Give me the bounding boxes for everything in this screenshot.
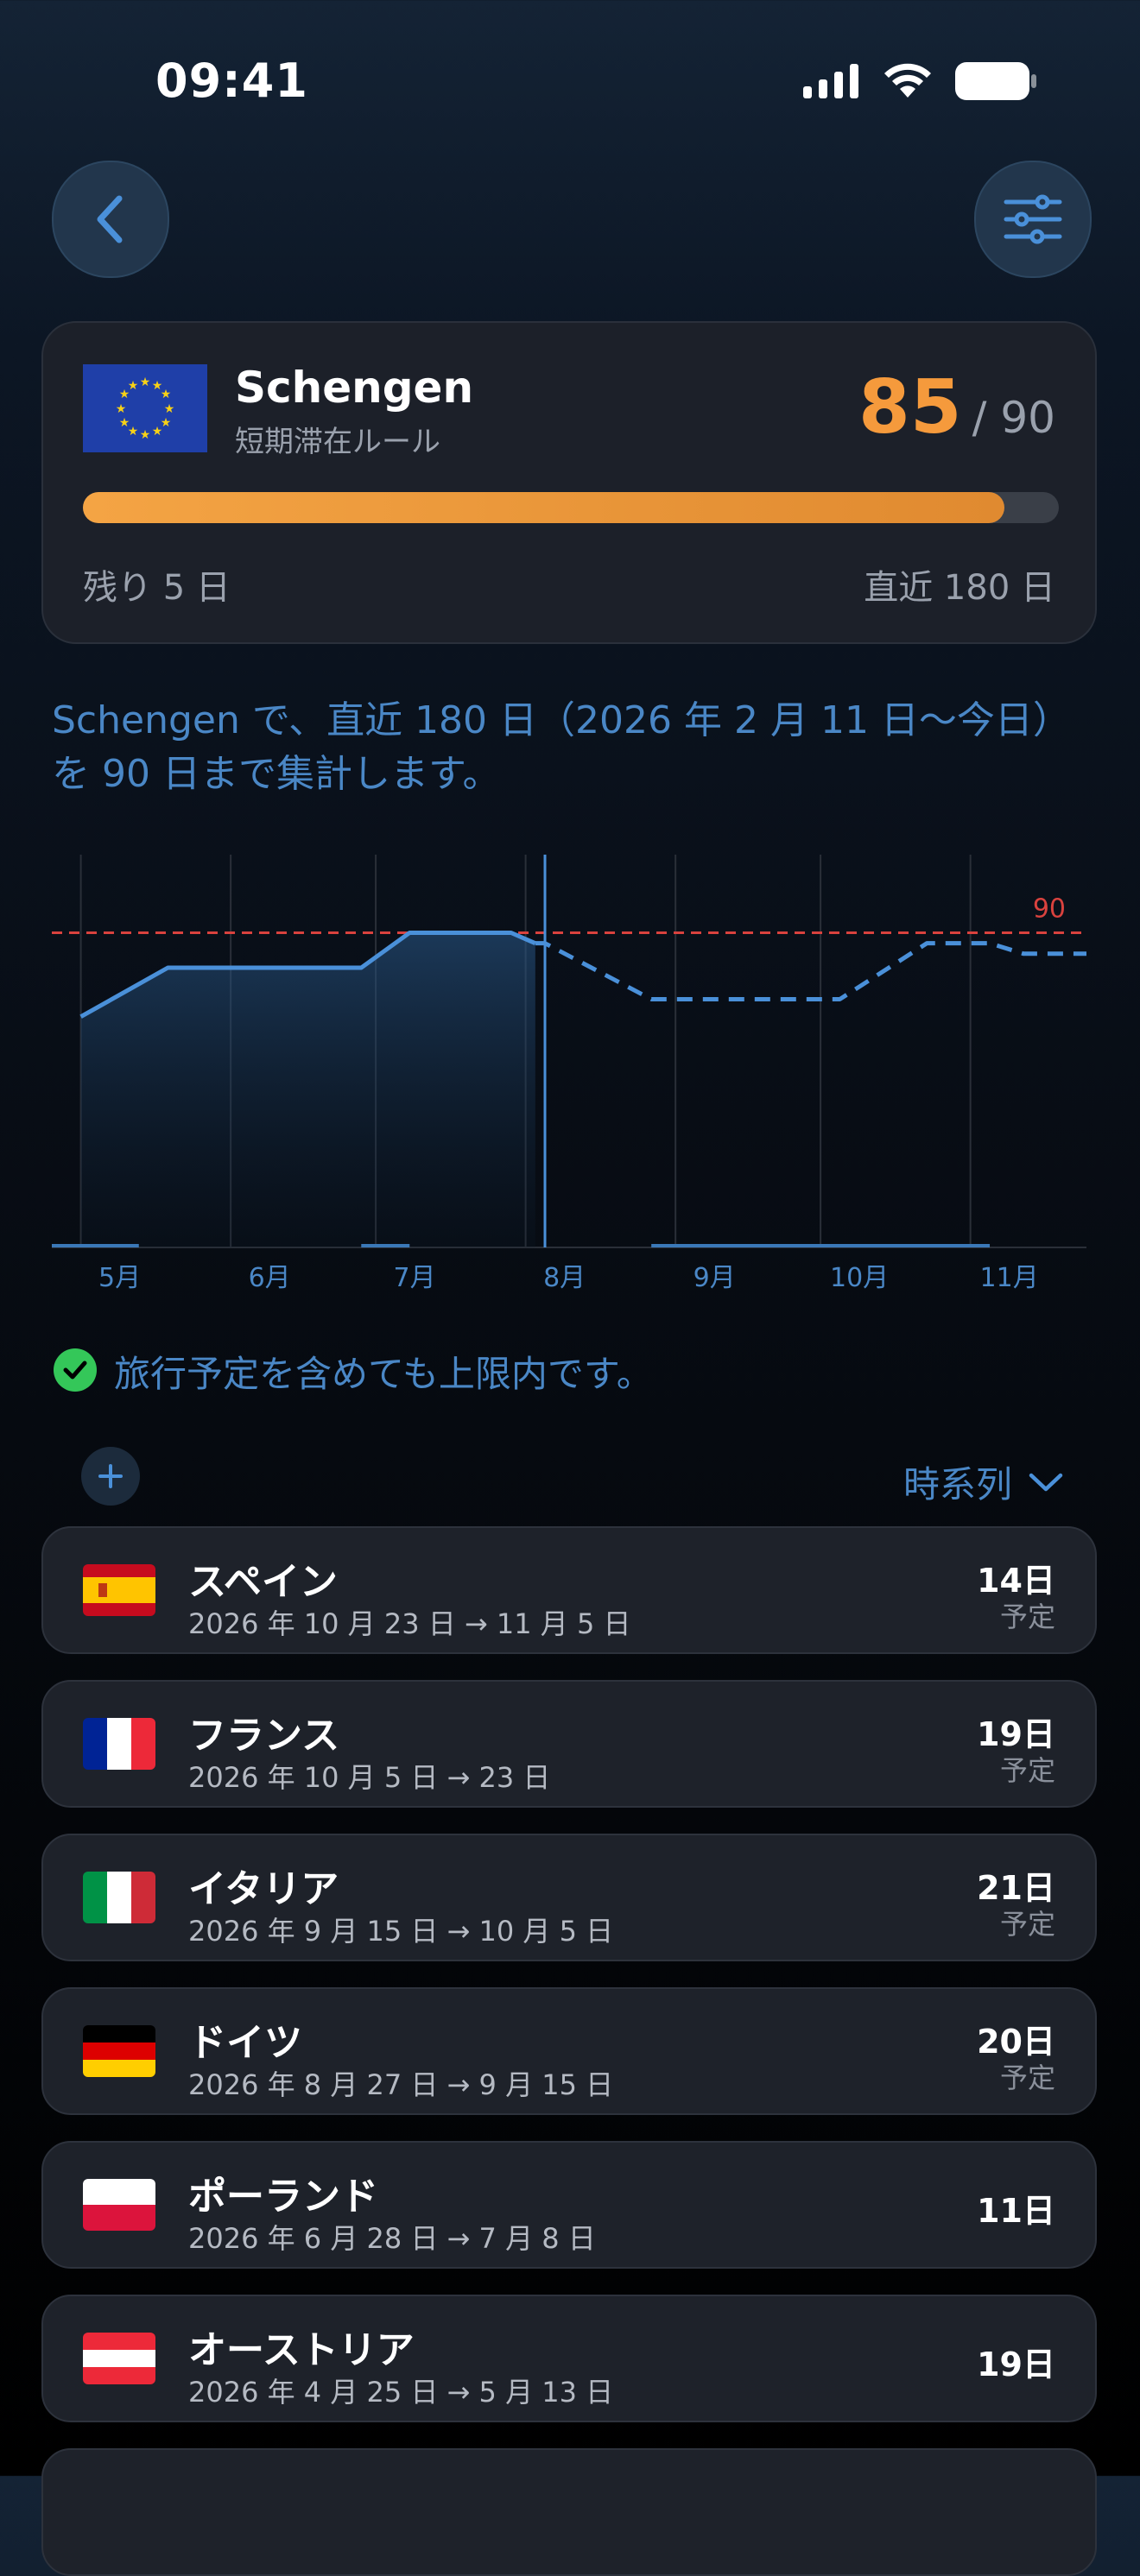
trip-days: 20日 <box>977 2023 1055 2061</box>
austria-flag-icon <box>83 2333 155 2384</box>
svg-text:★: ★ <box>119 416 130 430</box>
chevron-down-icon <box>1029 1473 1063 1491</box>
x-tick-label: 7月 <box>394 1263 436 1293</box>
x-tick-label: 11月 <box>980 1263 1039 1293</box>
sort-label: 時系列 <box>902 1463 1012 1506</box>
trip-country: オーストリア <box>188 2328 415 2372</box>
trip-row[interactable]: オーストリア 2026 年 4 月 25 日 → 5 月 13 日 19日 <box>41 2295 1097 2422</box>
back-button[interactable] <box>52 161 169 278</box>
schengen-summary-card[interactable]: ★ ★ ★ ★ ★ ★ ★ ★ ★ ★ ★ ★ Schengen 短期滞在ルール 85 / 90… <box>41 321 1097 644</box>
x-tick-label: 10月 <box>830 1263 889 1293</box>
trip-country: ポーランド <box>188 2175 378 2219</box>
plus-icon <box>98 1464 123 1488</box>
poland-flag-icon <box>83 2179 155 2231</box>
trip-days: 14日 <box>977 1562 1055 1600</box>
rule-description: Schengen で、直近 180 日（2026 年 2 月 11 日〜今日）を… <box>52 698 1071 796</box>
days-remaining: 残り 5 日 <box>83 568 231 608</box>
trip-dates: 2026 年 8 月 27 日 → 9 月 15 日 <box>188 2068 614 2101</box>
trip-row[interactable]: イタリア 2026 年 9 月 15 日 → 10 月 5 日 21日 予定 <box>41 1834 1097 1961</box>
battery-icon <box>955 62 1036 100</box>
filter-button[interactable] <box>974 161 1092 278</box>
france-flag-icon <box>83 1718 155 1770</box>
italy-flag-icon <box>83 1872 155 1923</box>
x-tick-label: 5月 <box>98 1263 141 1293</box>
days-limit: / 90 <box>972 393 1055 443</box>
usage-progress-fill <box>83 492 1004 523</box>
status-time: 09:41 <box>155 54 308 108</box>
svg-text:★: ★ <box>164 402 175 416</box>
spain-flag-icon <box>83 1564 155 1616</box>
svg-text:★: ★ <box>140 428 151 442</box>
trip-dates: 2026 年 9 月 15 日 → 10 月 5 日 <box>188 1915 614 1948</box>
cellular-signal-icon <box>803 64 858 98</box>
germany-flag-icon <box>83 2025 155 2077</box>
sort-dropdown[interactable]: 時系列 <box>903 1455 1064 1508</box>
trip-row[interactable] <box>41 2448 1097 2576</box>
stay-days-chart: 5月 6月 7月 8月 9月 10月 11月 90 <box>52 855 1086 1293</box>
svg-text:★: ★ <box>161 388 172 401</box>
trip-dates: 2026 年 10 月 5 日 → 23 日 <box>188 1761 551 1794</box>
days-used: 85 <box>858 364 962 451</box>
chevron-left-icon <box>97 195 123 243</box>
window-label: 直近 180 日 <box>864 568 1055 608</box>
checkmark-circle-icon <box>54 1348 97 1392</box>
trip-status: 予定 <box>999 1908 1055 1941</box>
sliders-icon <box>1004 194 1062 244</box>
trip-country: スペイン <box>188 1560 338 1604</box>
trip-status: 予定 <box>999 2061 1055 2094</box>
days-count: 85 / 90 <box>858 364 1055 451</box>
trip-country: イタリア <box>188 1867 339 1911</box>
trip-dates: 2026 年 4 月 25 日 → 5 月 13 日 <box>188 2376 614 2409</box>
limit-label: 90 <box>1033 894 1066 925</box>
status-icons <box>803 62 1036 100</box>
trip-days: 21日 <box>977 1869 1055 1907</box>
trip-row[interactable]: ドイツ 2026 年 8 月 27 日 → 9 月 15 日 20日 予定 <box>41 1987 1097 2115</box>
usage-progress-bar <box>83 492 1059 523</box>
trip-row[interactable]: スペイン 2026 年 10 月 23 日 → 11 月 5 日 14日 予定 <box>41 1526 1097 1654</box>
svg-text:★: ★ <box>140 376 151 389</box>
svg-text:★: ★ <box>128 379 139 393</box>
trip-status: 予定 <box>999 1754 1055 1787</box>
trip-status: 予定 <box>999 1601 1055 1633</box>
trip-row[interactable]: フランス 2026 年 10 月 5 日 → 23 日 19日 予定 <box>41 1680 1097 1808</box>
trip-country: フランス <box>188 1714 340 1758</box>
x-tick-label: 9月 <box>694 1263 736 1293</box>
svg-text:★: ★ <box>116 402 127 416</box>
trip-country: ドイツ <box>188 2021 302 2065</box>
trip-days: 19日 <box>977 2346 1055 2383</box>
status-message: 旅行予定を含めても上限内です。 <box>114 1353 653 1395</box>
svg-text:★: ★ <box>152 425 163 439</box>
x-tick-label: 6月 <box>249 1263 291 1293</box>
trip-days: 19日 <box>977 1715 1055 1753</box>
add-trip-button[interactable] <box>81 1447 140 1506</box>
trip-row[interactable]: ポーランド 2026 年 6 月 28 日 → 7 月 8 日 11日 <box>41 2141 1097 2269</box>
eu-flag-icon: ★ ★ ★ ★ ★ ★ ★ ★ ★ ★ ★ ★ <box>83 364 207 452</box>
region-title: Schengen <box>235 363 474 413</box>
forecast-line <box>535 941 1086 1001</box>
wifi-icon <box>884 63 931 98</box>
trip-dates: 2026 年 6 月 28 日 → 7 月 8 日 <box>188 2222 596 2255</box>
region-subtitle: 短期滞在ルール <box>235 425 440 459</box>
x-tick-label: 8月 <box>543 1263 586 1293</box>
trip-days: 11日 <box>977 2192 1055 2230</box>
trip-dates: 2026 年 10 月 23 日 → 11 月 5 日 <box>188 1607 631 1640</box>
